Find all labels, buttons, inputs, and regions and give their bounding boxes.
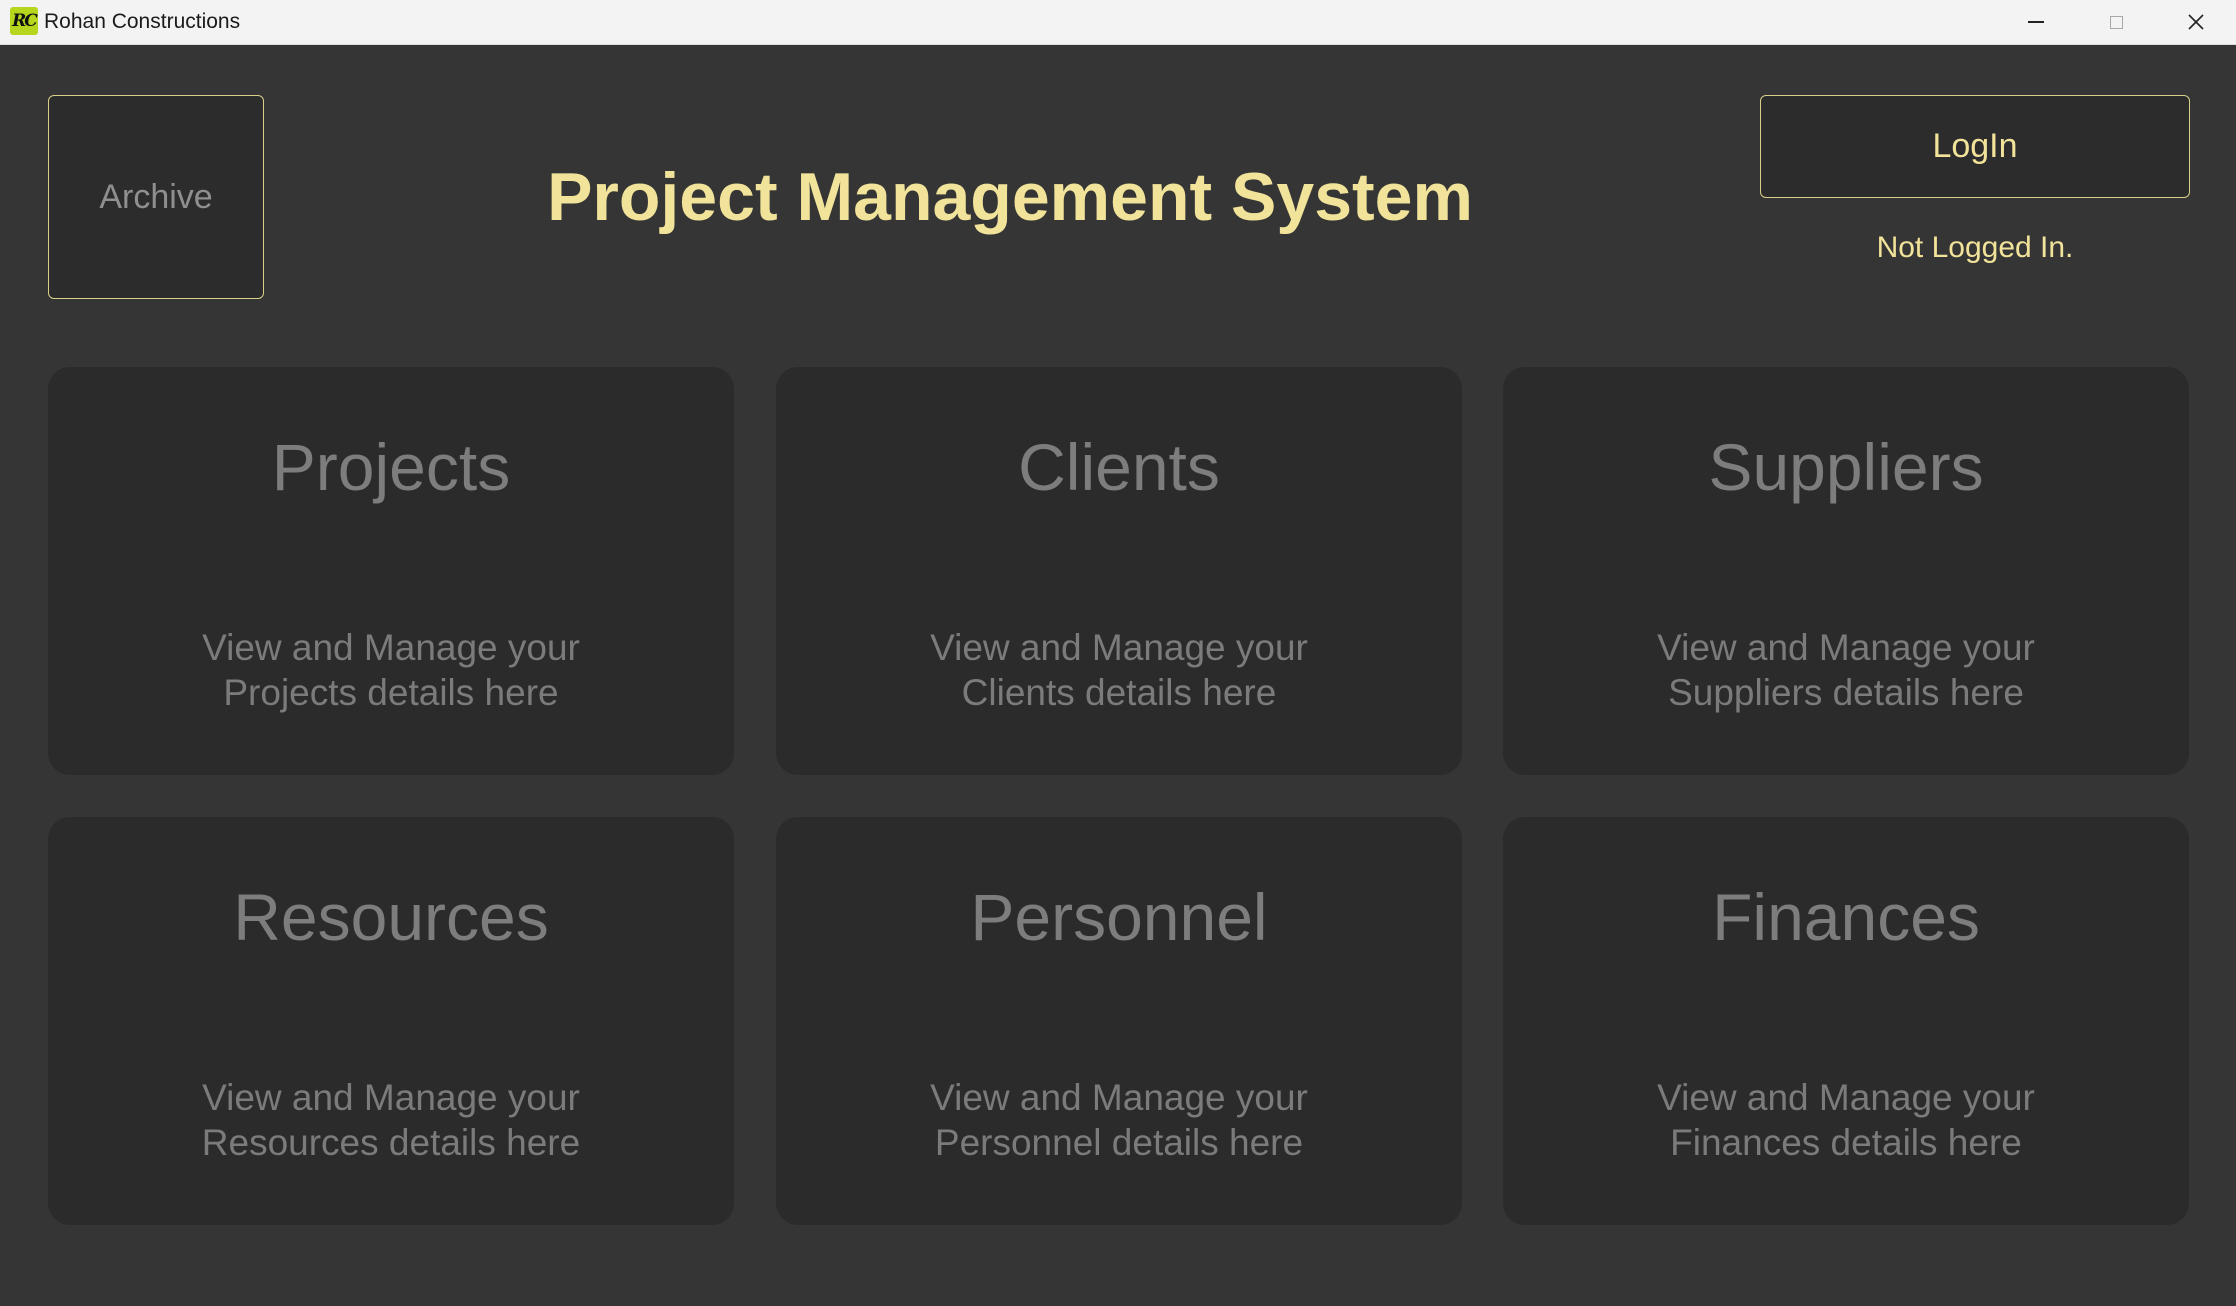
clients-card[interactable]: Clients View and Manage your Clients det…: [776, 367, 1462, 775]
card-title: Projects: [271, 430, 511, 504]
maximize-icon: [2109, 15, 2123, 29]
projects-card[interactable]: Projects View and Manage your Projects d…: [48, 367, 734, 775]
login-button[interactable]: LogIn: [1760, 95, 2190, 198]
login-status-label: Not Logged In.: [1876, 231, 2074, 264]
card-description: View and Manage your Personnel details h…: [776, 1075, 1462, 1165]
card-description-line: Clients details here: [961, 672, 1277, 713]
card-description-line: Finances details here: [1670, 1122, 2022, 1163]
card-description-line: Projects details here: [223, 672, 559, 713]
card-description-line: View and Manage your: [1657, 627, 2035, 668]
window-title: Rohan Constructions: [44, 10, 241, 33]
card-description-line: View and Manage your: [930, 627, 1308, 668]
minimize-icon: [2028, 21, 2044, 23]
card-description-line: Suppliers details here: [1668, 672, 2024, 713]
card-title: Personnel: [970, 880, 1268, 954]
card-description: View and Manage your Resources details h…: [48, 1075, 734, 1165]
card-description-line: View and Manage your: [202, 1077, 580, 1118]
close-icon: [2188, 14, 2204, 30]
archive-button[interactable]: Archive: [48, 95, 264, 299]
card-title: Resources: [233, 880, 549, 954]
card-description-line: View and Manage your: [202, 627, 580, 668]
personnel-card[interactable]: Personnel View and Manage your Personnel…: [776, 817, 1462, 1225]
card-title: Clients: [1018, 430, 1220, 504]
suppliers-card[interactable]: Suppliers View and Manage your Suppliers…: [1503, 367, 2189, 775]
maximize-button[interactable]: [2076, 0, 2156, 44]
title-bar: RC Rohan Constructions: [0, 0, 2236, 45]
card-description: View and Manage your Projects details he…: [48, 625, 734, 715]
card-description: View and Manage your Suppliers details h…: [1503, 625, 2189, 715]
card-description: View and Manage your Finances details he…: [1503, 1075, 2189, 1165]
card-title: Finances: [1712, 880, 1980, 954]
resources-card[interactable]: Resources View and Manage your Resources…: [48, 817, 734, 1225]
card-title: Suppliers: [1708, 430, 1984, 504]
card-description-line: Resources details here: [201, 1122, 581, 1163]
minimize-button[interactable]: [1996, 0, 2076, 44]
close-button[interactable]: [2156, 0, 2236, 44]
card-description-line: View and Manage your: [1657, 1077, 2035, 1118]
card-description-line: Personnel details here: [934, 1122, 1304, 1163]
rohan-constructions-logo-icon: RC: [10, 7, 38, 35]
card-description-line: View and Manage your: [930, 1077, 1308, 1118]
app-window: RC Rohan Constructions Archive Project M…: [0, 0, 2236, 1306]
finances-card[interactable]: Finances View and Manage your Finances d…: [1503, 817, 2189, 1225]
page-title: Project Management System: [547, 159, 1473, 235]
card-description: View and Manage your Clients details her…: [776, 625, 1462, 715]
